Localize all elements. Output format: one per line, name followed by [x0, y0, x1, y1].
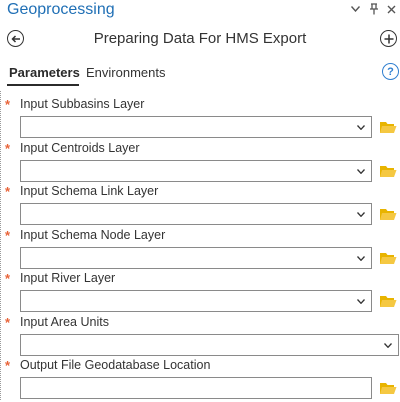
input-schema-link-layer-combobox[interactable] — [20, 203, 372, 225]
param-label: Input River Layer — [20, 271, 116, 285]
chevron-down-icon[interactable] — [356, 253, 366, 263]
required-marker: * — [5, 271, 11, 286]
close-icon[interactable] — [385, 2, 397, 16]
param-input-centroids-layer: * Input Centroids Layer — [1, 141, 400, 185]
param-label: Output File Geodatabase Location — [20, 358, 211, 372]
input-subbasins-layer-combobox[interactable] — [20, 116, 372, 138]
param-input-subbasins-layer: * Input Subbasins Layer — [1, 97, 400, 141]
input-river-layer-combobox[interactable] — [20, 290, 372, 312]
add-button[interactable] — [380, 30, 397, 47]
param-input-area-units: * Input Area Units — [1, 315, 400, 359]
param-input-river-layer: * Input River Layer — [1, 271, 400, 315]
input-area-units-dropdown[interactable] — [20, 334, 399, 356]
browse-folder-icon[interactable] — [378, 292, 398, 309]
geoprocessing-pane: Geoprocessing Preparing Data For HMS Exp… — [0, 0, 400, 400]
param-label: Input Schema Link Layer — [20, 184, 159, 198]
tab-parameters[interactable]: Parameters — [9, 65, 80, 80]
required-marker: * — [5, 141, 11, 156]
add-icon — [384, 34, 393, 43]
required-marker: * — [5, 315, 11, 330]
pin-icon[interactable] — [368, 2, 380, 16]
output-geodatabase-location-input[interactable] — [20, 377, 372, 399]
tab-environments[interactable]: Environments — [86, 65, 165, 80]
pane-title: Geoprocessing — [7, 1, 115, 18]
chevron-down-icon[interactable] — [356, 209, 366, 219]
param-label: Input Centroids Layer — [20, 141, 140, 155]
chevron-down-icon[interactable] — [356, 166, 366, 176]
required-marker: * — [5, 97, 11, 112]
required-marker: * — [5, 358, 11, 373]
input-centroids-layer-combobox[interactable] — [20, 160, 372, 182]
pane-options-chevron-down-icon[interactable] — [349, 2, 361, 16]
param-input-schema-node-layer: * Input Schema Node Layer — [1, 228, 400, 272]
parameters-panel: * Input Subbasins Layer * Input Centroid… — [0, 91, 400, 400]
browse-folder-icon[interactable] — [378, 249, 398, 266]
browse-folder-icon[interactable] — [378, 162, 398, 179]
param-output-file-geodatabase-location: * Output File Geodatabase Location — [1, 358, 400, 402]
chevron-down-icon[interactable] — [356, 122, 366, 132]
param-input-schema-link-layer: * Input Schema Link Layer — [1, 184, 400, 228]
param-label: Input Area Units — [20, 315, 109, 329]
param-label: Input Subbasins Layer — [20, 97, 145, 111]
browse-folder-icon[interactable] — [378, 379, 398, 396]
help-icon[interactable]: ? — [382, 63, 399, 80]
input-schema-node-layer-combobox[interactable] — [20, 247, 372, 269]
param-label: Input Schema Node Layer — [20, 228, 166, 242]
chevron-down-icon[interactable] — [383, 340, 393, 350]
browse-folder-icon[interactable] — [378, 205, 398, 222]
active-tab-indicator — [7, 84, 79, 86]
required-marker: * — [5, 228, 11, 243]
tool-title: Preparing Data For HMS Export — [93, 30, 307, 47]
browse-folder-icon[interactable] — [378, 118, 398, 135]
required-marker: * — [5, 184, 11, 199]
chevron-down-icon[interactable] — [356, 296, 366, 306]
